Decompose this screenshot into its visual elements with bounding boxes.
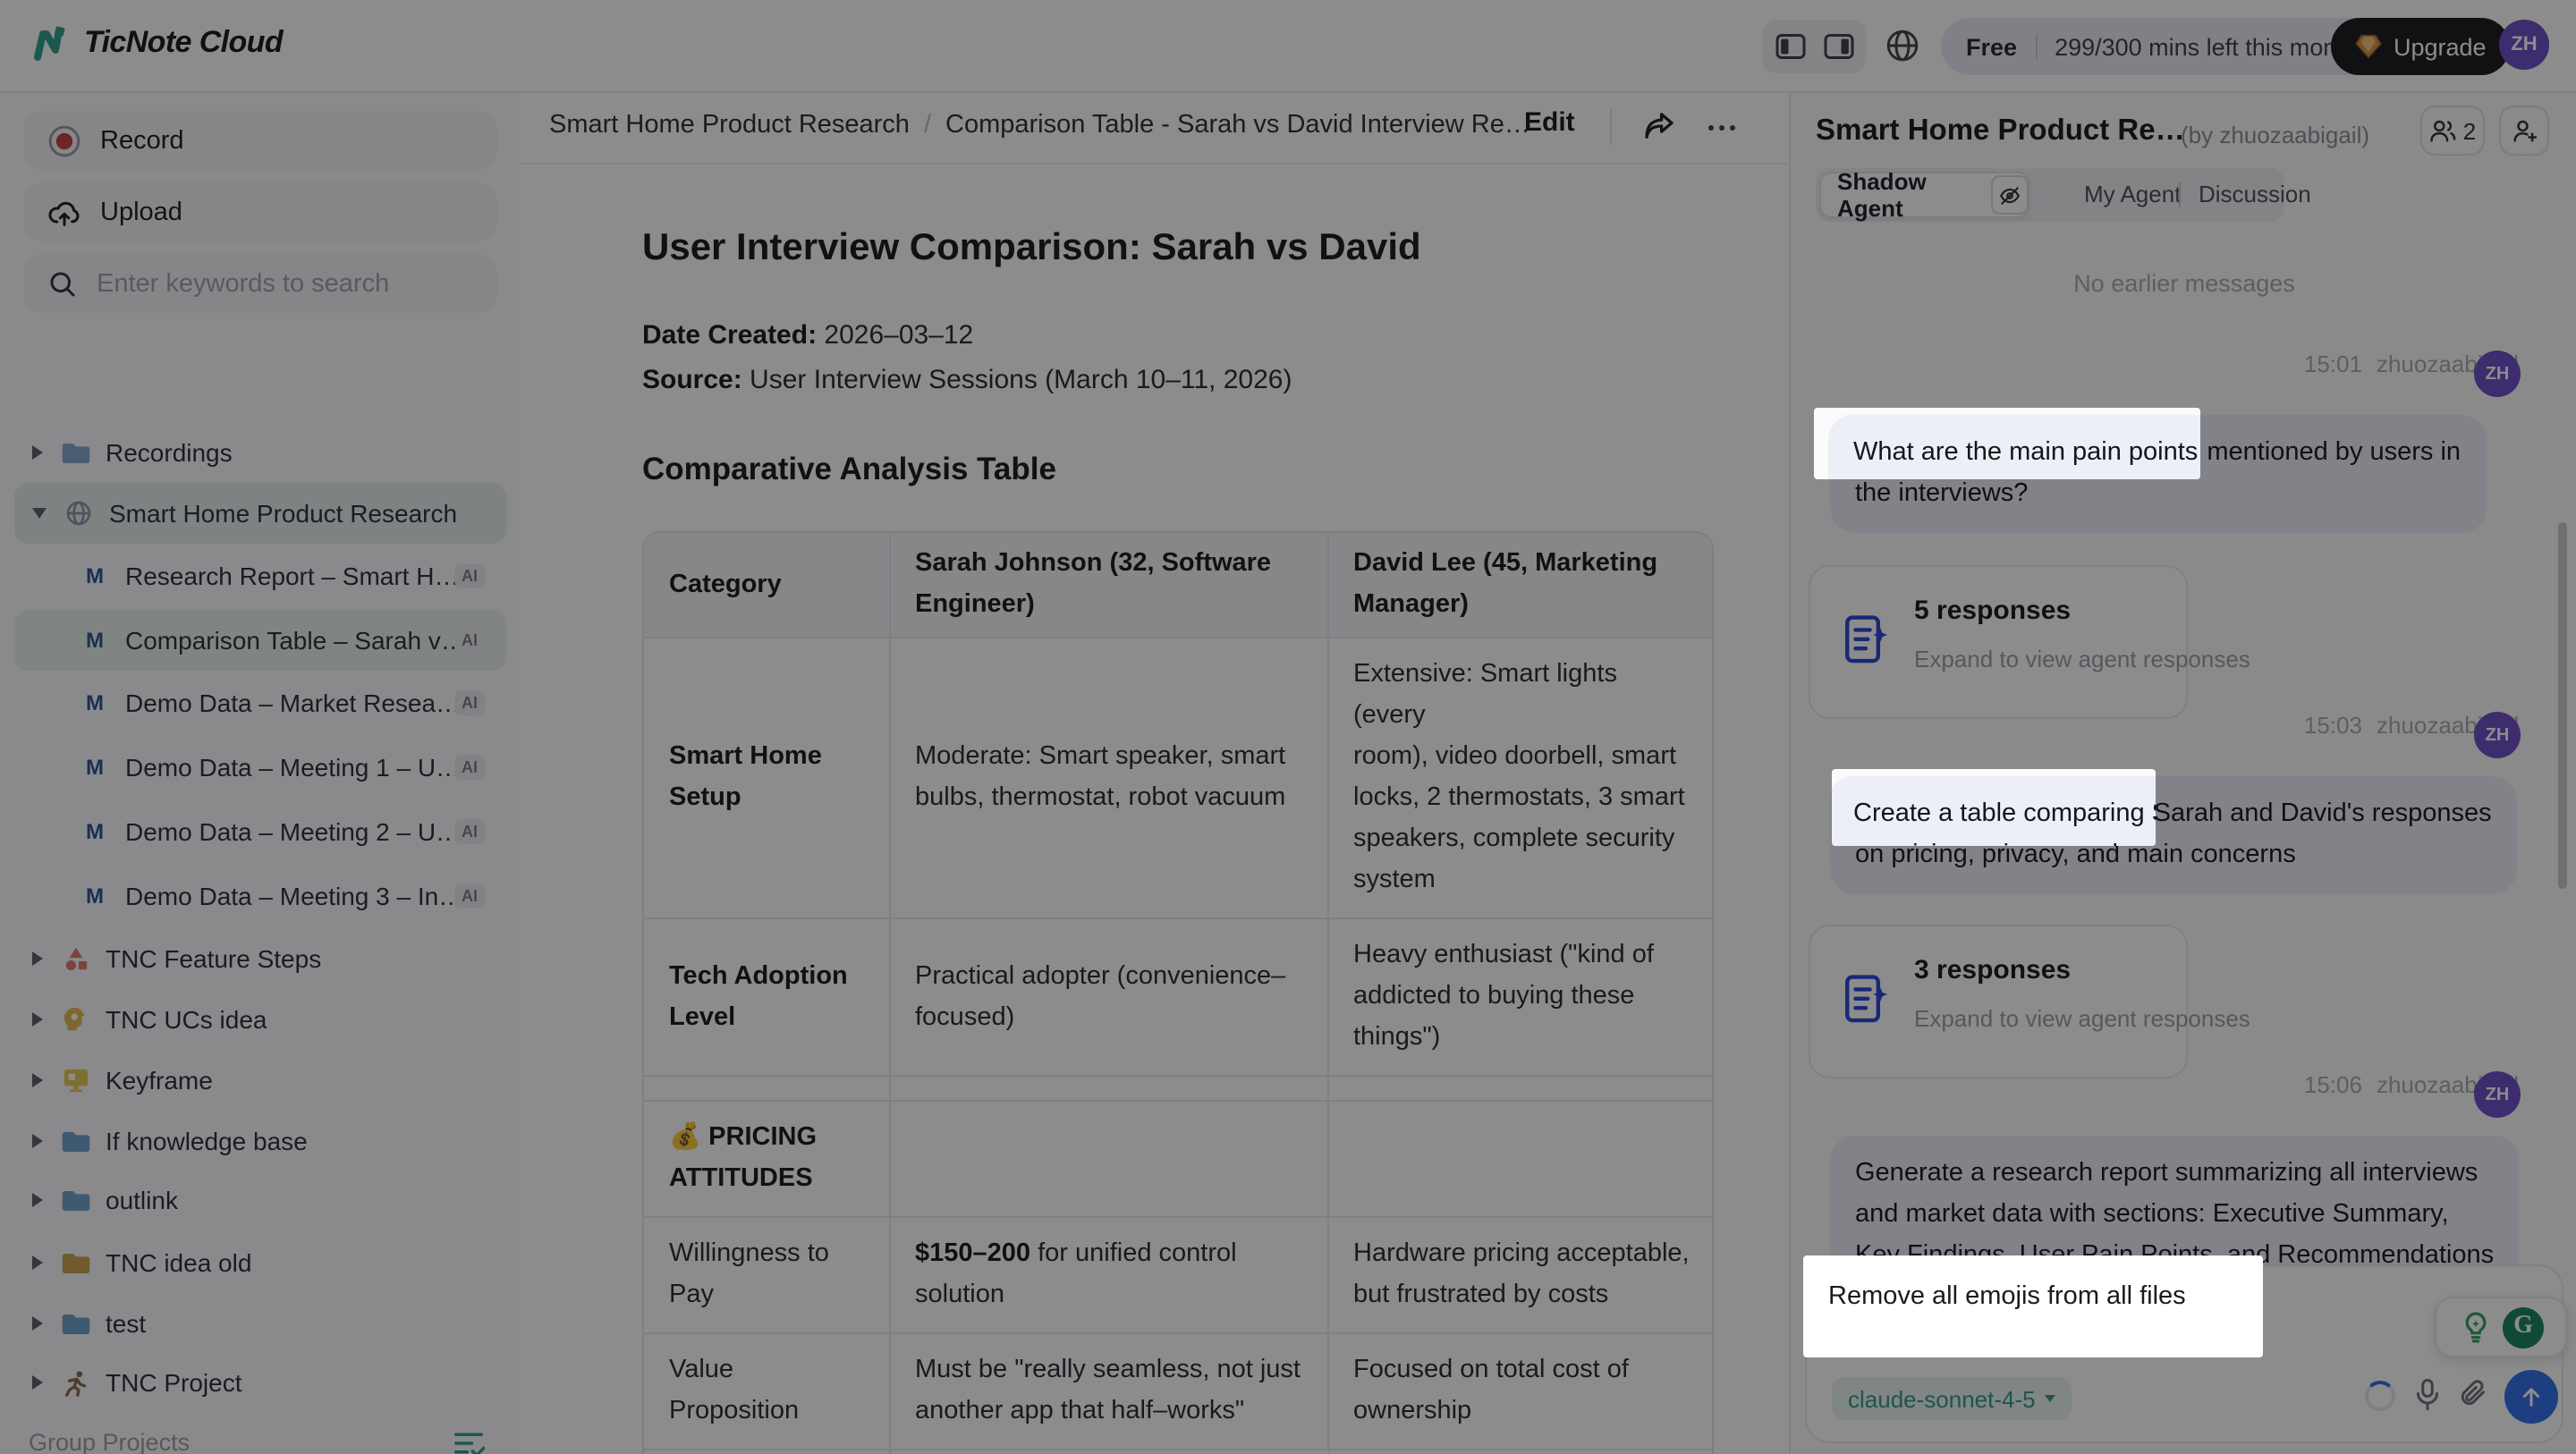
highlight-box-composer-text: Remove all emojis from all files [1803,1255,2263,1357]
highlighted-composer-text: Remove all emojis from all files [1828,1282,2186,1311]
highlighted-message-fragment: What are the main pain points mentioned … [1828,415,2200,479]
dim-overlay [0,0,2576,1454]
highlighted-message-fragment: Create a table comparing Sarah and David… [1832,776,2156,846]
highlight-box-pain-points: What are the main pain points mentioned … [1814,408,2200,479]
app-window: TicNote Cloud Free 299/300 mins left thi… [0,0,2576,1454]
highlight-box-create-table: Create a table comparing Sarah and David… [1832,769,2156,846]
